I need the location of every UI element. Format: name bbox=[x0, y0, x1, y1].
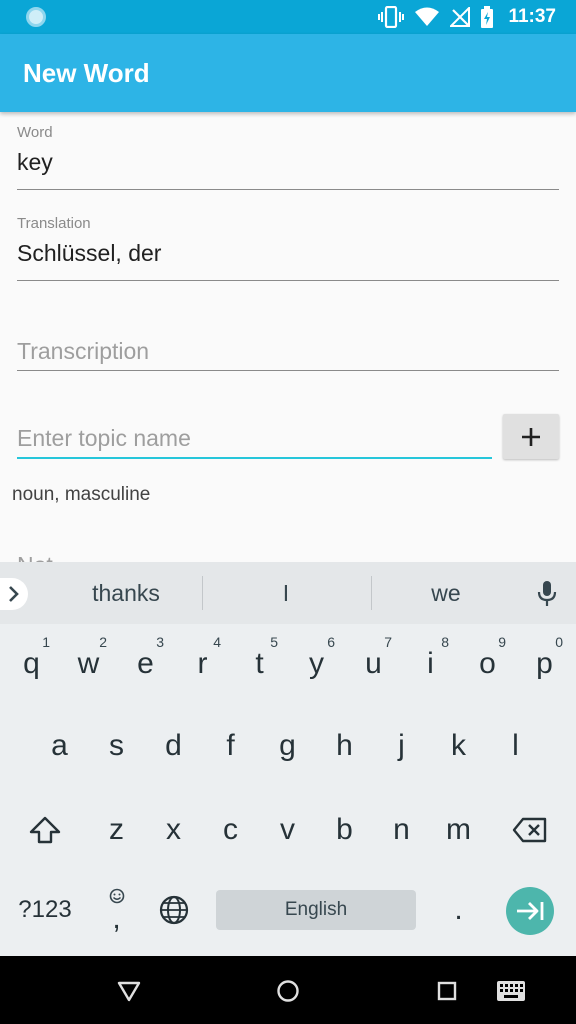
voice-input-button[interactable] bbox=[536, 580, 558, 613]
recents-button[interactable] bbox=[432, 976, 462, 1006]
key-t[interactable]: t5 bbox=[231, 624, 288, 704]
key-e[interactable]: e3 bbox=[117, 624, 174, 704]
suggestion-2[interactable]: I bbox=[211, 580, 361, 607]
status-bar: 11:37 bbox=[0, 0, 576, 34]
key-y[interactable]: y6 bbox=[288, 624, 345, 704]
topic-input[interactable]: Enter topic name bbox=[17, 425, 492, 460]
no-signal-icon bbox=[450, 7, 471, 27]
translation-field[interactable]: Translation Schlüssel, der bbox=[17, 215, 559, 281]
back-button[interactable] bbox=[114, 976, 144, 1006]
mic-icon bbox=[537, 581, 557, 606]
key-a[interactable]: a bbox=[31, 706, 88, 786]
key-c[interactable]: c bbox=[202, 790, 259, 870]
key-q[interactable]: q1 bbox=[3, 624, 60, 704]
key-x[interactable]: x bbox=[145, 790, 202, 870]
notification-icon bbox=[26, 7, 46, 27]
topic-underline bbox=[17, 457, 492, 459]
home-icon bbox=[277, 980, 299, 1002]
globe-icon bbox=[159, 895, 188, 925]
navigation-bar bbox=[0, 956, 576, 1024]
suggestion-3[interactable]: we bbox=[371, 580, 521, 607]
transcription-underline bbox=[17, 370, 559, 371]
key-b[interactable]: b bbox=[316, 790, 373, 870]
key-p[interactable]: p0 bbox=[516, 624, 573, 704]
key-s[interactable]: s bbox=[88, 706, 145, 786]
translation-underline bbox=[17, 280, 559, 281]
key-i[interactable]: i8 bbox=[402, 624, 459, 704]
word-form: Word key Translation Schlüssel, der Tran… bbox=[0, 112, 576, 562]
topic-placeholder[interactable]: Enter topic name bbox=[17, 425, 492, 452]
shift-icon bbox=[29, 816, 60, 844]
key-g[interactable]: g bbox=[259, 706, 316, 786]
suggestion-divider bbox=[202, 576, 203, 610]
back-icon bbox=[117, 981, 141, 1002]
next-key[interactable] bbox=[506, 887, 554, 935]
key-f[interactable]: f bbox=[202, 706, 259, 786]
key-z[interactable]: z bbox=[88, 790, 145, 870]
suggestion-1[interactable]: thanks bbox=[51, 580, 201, 607]
translation-value[interactable]: Schlüssel, der bbox=[17, 240, 559, 267]
status-time: 11:37 bbox=[508, 6, 556, 27]
recents-icon bbox=[437, 981, 457, 1001]
word-field[interactable]: Word key bbox=[17, 124, 559, 190]
period-key[interactable]: . bbox=[430, 870, 487, 950]
app-bar: New Word bbox=[0, 34, 576, 112]
keyboard-switch-icon bbox=[497, 981, 525, 1001]
key-n[interactable]: n bbox=[373, 790, 430, 870]
chevron-right-icon bbox=[9, 586, 19, 602]
enter-arrow-icon bbox=[517, 902, 544, 920]
plus-icon bbox=[522, 427, 540, 446]
word-underline bbox=[17, 189, 559, 190]
suggestion-expand-button[interactable] bbox=[0, 578, 28, 610]
key-v[interactable]: v bbox=[259, 790, 316, 870]
comma-key[interactable]: , bbox=[88, 870, 145, 950]
key-w[interactable]: w2 bbox=[60, 624, 117, 704]
key-h[interactable]: h bbox=[316, 706, 373, 786]
add-topic-button[interactable] bbox=[503, 414, 559, 459]
suggestion-strip: thanks I we bbox=[0, 562, 576, 624]
transcription-placeholder[interactable]: Transcription bbox=[17, 338, 559, 365]
key-o[interactable]: o9 bbox=[459, 624, 516, 704]
key-u[interactable]: u7 bbox=[345, 624, 402, 704]
notes-field-peek[interactable]: Not bbox=[17, 552, 53, 562]
key-j[interactable]: j bbox=[373, 706, 430, 786]
key-l[interactable]: l bbox=[487, 706, 544, 786]
topic-text: noun, masculine bbox=[12, 484, 151, 505]
battery-charging-icon bbox=[481, 6, 494, 28]
word-value[interactable]: key bbox=[17, 149, 559, 176]
transcription-field[interactable]: Transcription bbox=[17, 338, 559, 372]
key-m[interactable]: m bbox=[430, 790, 487, 870]
translation-label: Translation bbox=[17, 215, 91, 232]
key-k[interactable]: k bbox=[430, 706, 487, 786]
space-key[interactable]: English bbox=[216, 890, 416, 930]
language-key[interactable] bbox=[145, 870, 202, 950]
word-label: Word bbox=[17, 124, 53, 141]
page-title: New Word bbox=[23, 58, 150, 88]
vibrate-icon bbox=[378, 6, 405, 28]
symbols-key[interactable]: ?123 bbox=[3, 870, 87, 950]
keyboard-switch-button[interactable] bbox=[496, 976, 526, 1006]
home-button[interactable] bbox=[273, 976, 303, 1006]
system-icons: 11:37 bbox=[378, 0, 556, 34]
backspace-icon bbox=[512, 817, 546, 843]
key-d[interactable]: d bbox=[145, 706, 202, 786]
shift-key[interactable] bbox=[16, 790, 73, 870]
emoji-icon bbox=[109, 888, 125, 904]
key-r[interactable]: r4 bbox=[174, 624, 231, 704]
wifi-icon bbox=[415, 7, 440, 26]
backspace-key[interactable] bbox=[501, 790, 558, 870]
soft-keyboard: q1 w2 e3 r4 t5 y6 u7 i8 o9 p0 a s d f g … bbox=[0, 624, 576, 956]
